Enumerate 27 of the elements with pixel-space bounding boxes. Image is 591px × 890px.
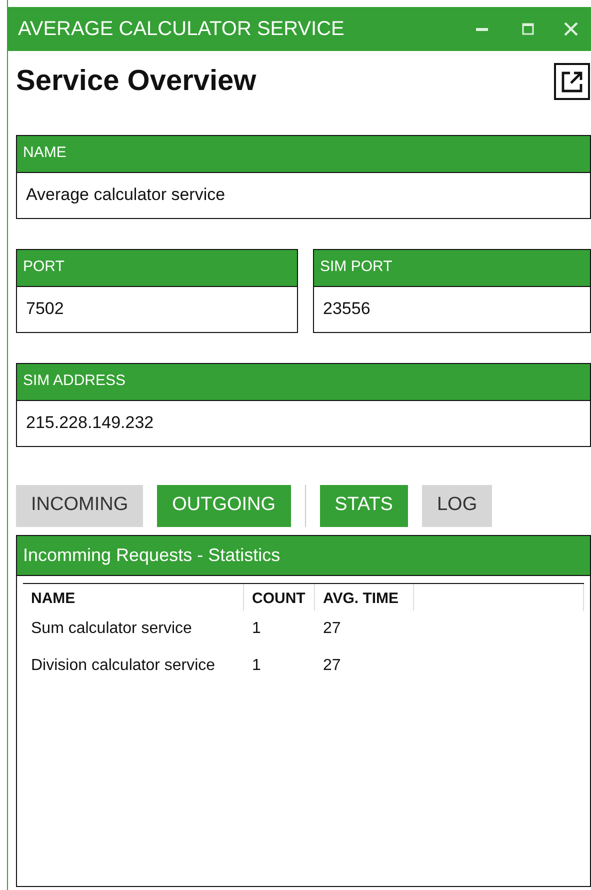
table-cell-text: Sum calculator service <box>30 619 193 639</box>
field-value: 23556 <box>322 298 372 320</box>
pop-out-button[interactable] <box>554 63 590 100</box>
tab[interactable]: LOG <box>422 484 492 526</box>
window-title: AVERAGE CALCULATOR SERVICE <box>18 17 346 42</box>
field-label: NAME <box>17 136 590 172</box>
column-header[interactable]: NAME <box>23 584 244 610</box>
table-cell-text: 27 <box>322 656 342 676</box>
column-header[interactable]: AVG. TIME <box>315 584 413 610</box>
page-heading: Service Overview <box>16 64 256 99</box>
field-value: 7502 <box>25 298 65 320</box>
maximize-icon <box>522 23 534 35</box>
table-cell-text: 1 <box>251 619 262 639</box>
panel-title: Incomming Requests - Statistics <box>17 536 590 576</box>
field-label: PORT <box>17 250 297 286</box>
table-cell-text: Division calculator service <box>30 656 216 676</box>
field-label: SIM PORT <box>314 250 590 286</box>
field-value: Average calculator service <box>25 184 226 206</box>
table-cell-text: 1 <box>251 656 262 676</box>
close-icon <box>564 22 578 36</box>
table-cell-text: 27 <box>322 619 342 639</box>
column-header[interactable]: COUNT <box>244 584 315 610</box>
tab[interactable]: INCOMING <box>16 484 144 526</box>
field-label: SIM ADDRESS <box>17 364 590 400</box>
field-value: 215.228.149.232 <box>25 412 155 434</box>
external-link-icon <box>560 70 584 94</box>
minimize-icon <box>476 27 488 31</box>
